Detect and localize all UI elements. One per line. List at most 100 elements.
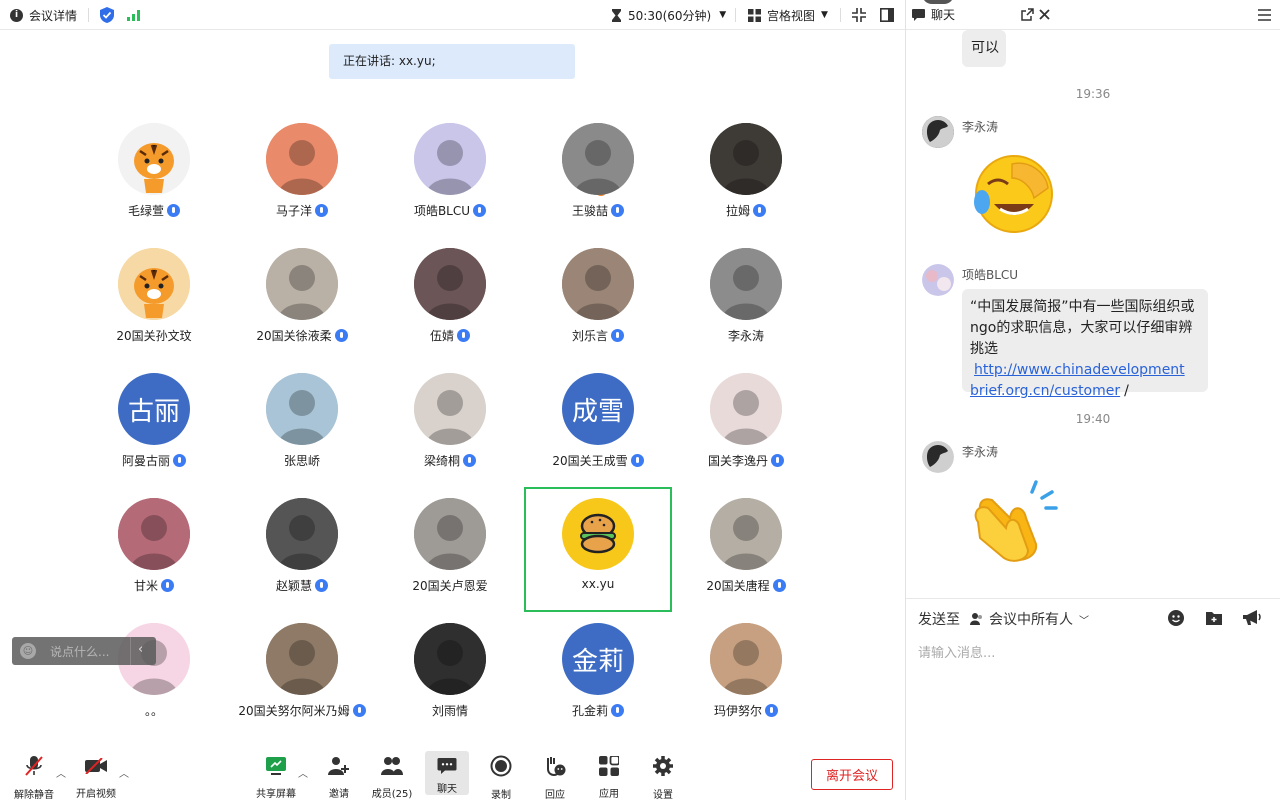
chevron-down-icon: ▼: [719, 10, 727, 20]
share-screen-button[interactable]: 共享屏幕: [248, 745, 304, 800]
participant-tile[interactable]: 金莉 孔金莉: [524, 612, 672, 737]
tiger-cartoon-icon: [118, 248, 190, 320]
profile-photo: [562, 248, 634, 320]
message-line: “中国发展简报”中有一些国际组织或: [970, 299, 1195, 315]
signal-strength-icon[interactable]: [127, 0, 141, 30]
mic-on-icon: [771, 454, 784, 467]
pop-out-icon[interactable]: [1021, 8, 1034, 21]
profile-photo: [118, 498, 190, 570]
exit-fullscreen-icon[interactable]: [852, 0, 866, 30]
participant-tile[interactable]: 伍婧: [376, 237, 524, 362]
participant-tile[interactable]: 梁绮桐: [376, 362, 524, 487]
participant-name: 刘乐言: [524, 327, 672, 344]
mic-on-icon: [352, 704, 366, 717]
participant-tile[interactable]: 20国关孙文玟: [80, 237, 228, 362]
react-button[interactable]: 回应: [527, 745, 583, 801]
participant-tile[interactable]: 国关李逸丹: [672, 362, 820, 487]
participant-tile[interactable]: 赵颖慧: [228, 487, 376, 612]
emoji-icon[interactable]: ☺: [20, 643, 36, 659]
avatar: [414, 123, 486, 195]
participant-tile[interactable]: xx.yu: [524, 487, 672, 612]
avatar-initials: 古丽: [127, 396, 180, 427]
participant-tile[interactable]: 拉姆: [672, 112, 820, 237]
avatar: [710, 623, 782, 695]
burger-icon: [580, 513, 616, 554]
participant-name: 梁绮桐: [376, 452, 524, 469]
close-icon[interactable]: [1039, 9, 1050, 20]
participant-name: 毛绿萱: [80, 202, 228, 219]
timer-dropdown[interactable]: 50:30(60分钟) ▼: [611, 0, 726, 30]
members-button[interactable]: 成员(25): [364, 745, 420, 800]
participant-tile[interactable]: 毛绿萱: [80, 112, 228, 237]
participant-name-text: 拉姆: [725, 204, 750, 218]
folder-icon[interactable]: [1206, 610, 1222, 626]
participant-tile[interactable]: 马子洋: [228, 112, 376, 237]
mic-on-icon: [611, 704, 624, 717]
unmute-button[interactable]: 解除静音: [6, 745, 62, 801]
megaphone-icon[interactable]: [1243, 610, 1261, 626]
leave-meeting-button[interactable]: 离开会议: [811, 759, 893, 790]
participant-tile[interactable]: 20国关努尔阿米乃姆: [228, 612, 376, 737]
message-link[interactable]: http://www.chinadevelopment: [974, 362, 1185, 378]
apps-icon: [598, 755, 620, 776]
avatar: [118, 123, 190, 195]
mic-on-icon: [161, 579, 174, 592]
participant-tile[interactable]: 刘乐言: [524, 237, 672, 362]
participant-tile[interactable]: 20国关徐液柔: [228, 237, 376, 362]
collapse-chevron-icon[interactable]: ‹: [138, 642, 143, 657]
floating-chat-input[interactable]: ☺ 说点什么... ‹: [12, 637, 156, 665]
participant-tile[interactable]: 古丽 阿曼古丽: [80, 362, 228, 487]
avatar: [562, 498, 634, 570]
participant-tile[interactable]: 20国关卢恩爱: [376, 487, 524, 612]
emoji-icon[interactable]: [1168, 610, 1184, 626]
timer-label: 50:30(60分钟): [628, 8, 712, 23]
avatar: [414, 623, 486, 695]
invite-label: 邀请: [329, 789, 349, 800]
chevron-up-icon[interactable]: ︿: [119, 765, 129, 780]
view-mode-dropdown[interactable]: 宫格视图 ▼: [748, 0, 828, 30]
meeting-info-button[interactable]: i 会议详情: [10, 0, 77, 30]
security-shield-icon[interactable]: [100, 0, 114, 30]
message-input[interactable]: 请输入消息...: [918, 642, 995, 661]
participant-tile[interactable]: 成雪 20国关王成雪: [524, 362, 672, 487]
mic-on-icon: [473, 204, 487, 217]
record-button[interactable]: 录制: [473, 745, 529, 801]
avatar: [118, 248, 190, 320]
message-sender: 项皓BLCU: [962, 268, 1019, 282]
participant-name-text: 赵颖慧: [275, 579, 312, 593]
message-link[interactable]: brief.org.cn/customer: [970, 383, 1120, 399]
share-screen-label: 共享屏幕: [256, 789, 296, 800]
participant-tile[interactable]: 甘米: [80, 487, 228, 612]
participant-name: 玛伊努尔: [672, 702, 820, 719]
chat-button[interactable]: 聊天: [425, 751, 469, 795]
settings-button[interactable]: 设置: [635, 745, 691, 801]
participant-tile[interactable]: 王骏喆: [524, 112, 672, 237]
participant-name: 20国关徐液柔: [228, 327, 376, 344]
avatar: [922, 441, 954, 473]
participant-tile[interactable]: 张思峤: [228, 362, 376, 487]
invite-button[interactable]: 邀请: [311, 745, 367, 800]
participant-tile[interactable]: 20国关唐程: [672, 487, 820, 612]
avatar: [118, 498, 190, 570]
message-sender: 李永涛: [962, 445, 999, 459]
menu-icon[interactable]: [1258, 9, 1271, 21]
participant-tile[interactable]: 刘雨情: [376, 612, 524, 737]
participant-tile[interactable]: 。。: [80, 612, 228, 737]
chevron-up-icon[interactable]: ︿: [56, 765, 66, 780]
grid-view-icon: [748, 8, 761, 22]
chevron-up-icon[interactable]: ︿: [298, 765, 308, 780]
start-video-label: 开启视频: [76, 789, 116, 800]
sidebar-toggle-icon[interactable]: [880, 0, 894, 30]
apps-button[interactable]: 应用: [581, 745, 637, 800]
send-to-selector[interactable]: 发送至 会议中所有人 ﹀: [918, 609, 1089, 629]
participant-name: 伍婧: [376, 327, 524, 344]
start-video-button[interactable]: 开启视频: [68, 745, 124, 800]
participant-tile[interactable]: 玛伊努尔: [672, 612, 820, 737]
avatar: [266, 123, 338, 195]
participant-name-text: 甘米: [133, 579, 158, 593]
avatar: [922, 116, 954, 148]
message-text: 挑选: [970, 341, 998, 357]
participant-tile[interactable]: 项皓BLCU: [376, 112, 524, 237]
participant-tile[interactable]: 李永涛: [672, 237, 820, 362]
participant-name-text: 张思峤: [283, 454, 320, 468]
